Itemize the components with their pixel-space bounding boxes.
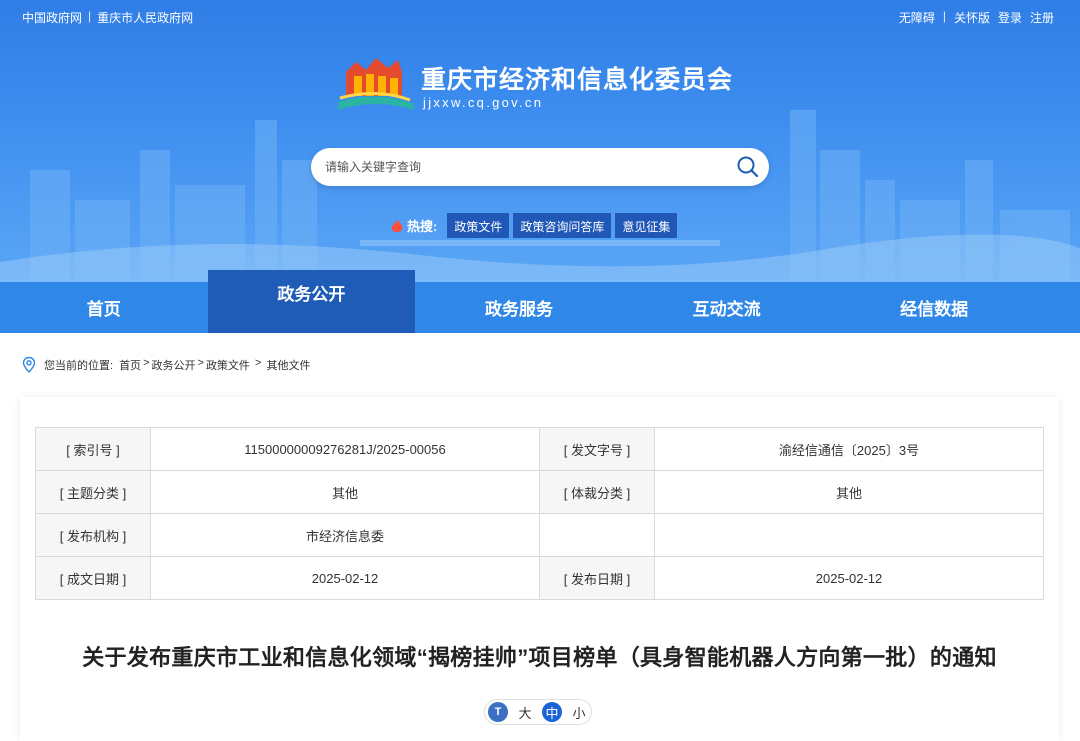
- table-row: [ 发布机构 ] 市经济信息委: [35, 513, 1044, 557]
- link-register[interactable]: 注册: [1030, 9, 1054, 26]
- top-links-left: 中国政府网 | 重庆市人民政府网: [22, 9, 194, 26]
- breadcrumb-other-docs[interactable]: 其他文件: [266, 357, 310, 373]
- search-bar: [311, 148, 769, 186]
- hot-tag-opinion[interactable]: 意见征集: [615, 213, 678, 238]
- font-size-medium[interactable]: 中: [542, 702, 562, 722]
- breadcrumb-policy-docs[interactable]: 政策文件: [206, 357, 250, 373]
- flame-icon: [391, 218, 403, 232]
- nav-interaction[interactable]: 互动交流: [623, 282, 831, 333]
- city-skyline-illustration: [0, 110, 1080, 282]
- hot-tag-policy-docs[interactable]: 政策文件: [447, 213, 510, 238]
- search-input[interactable]: [325, 157, 725, 177]
- document-title: 关于发布重庆市工业和信息化领域“揭榜挂帅”项目榜单（具身智能机器人方向第一批）的…: [82, 645, 997, 670]
- table-row: [ 主题分类 ] 其他 [ 体裁分类 ] 其他: [35, 470, 1044, 514]
- search-icon[interactable]: [735, 154, 761, 180]
- nav-home[interactable]: 首页: [0, 282, 208, 333]
- font-size-switcher: T 大 中 小: [484, 699, 592, 725]
- text-size-icon: T: [488, 702, 508, 722]
- link-gov-cn[interactable]: 中国政府网: [22, 9, 82, 26]
- location-pin-icon: [22, 356, 36, 373]
- link-cq-gov[interactable]: 重庆市人民政府网: [97, 9, 193, 26]
- table-row: [ 索引号 ] 11500000009276281J/2025-00056 [ …: [35, 427, 1044, 471]
- table-row: [ 成文日期 ] 2025-02-12 [ 发布日期 ] 2025-02-12: [35, 556, 1044, 600]
- header-banner: 中国政府网 | 重庆市人民政府网 无障碍 | 关怀版 登录 注册 重庆市经济和信…: [0, 0, 1080, 282]
- hot-tag-policy-qa[interactable]: 政策咨询问答库: [513, 213, 612, 238]
- breadcrumb: 您当前的位置: 首页 > 政务公开 > 政策文件 > 其他文件: [20, 356, 310, 374]
- top-links-right: 无障碍 | 关怀版 登录 注册: [898, 9, 1054, 26]
- document-meta-table: [ 索引号 ] 11500000009276281J/2025-00056 [ …: [35, 427, 1044, 600]
- nav-gov-affairs[interactable]: 政务公开: [207, 270, 416, 333]
- site-title: 重庆市经济和信息化委员会: [421, 66, 734, 94]
- site-url: jjxxw.cq.gov.cn: [423, 95, 544, 110]
- breadcrumb-label: 您当前的位置:: [44, 360, 114, 372]
- font-size-large[interactable]: 大: [515, 702, 535, 722]
- breadcrumb-gov-affairs[interactable]: 政务公开: [152, 357, 196, 373]
- nav-gov-services[interactable]: 政务服务: [415, 282, 623, 333]
- nav-data[interactable]: 经信数据: [830, 282, 1038, 333]
- hot-search-label: 热搜:: [390, 216, 437, 235]
- main-nav: 首页 政务公开 政务服务 互动交流 经信数据: [0, 270, 1080, 333]
- breadcrumb-links: 首页 > 政务公开 > 政策文件 > 其他文件: [119, 357, 311, 373]
- font-size-small[interactable]: 小: [569, 702, 589, 722]
- link-accessibility[interactable]: 无障碍: [899, 9, 935, 26]
- link-care-version[interactable]: 关怀版: [954, 9, 990, 26]
- hot-search: 热搜: 政策文件 政策咨询问答库 意见征集: [390, 213, 678, 238]
- document-card: [ 索引号 ] 11500000009276281J/2025-00056 [ …: [20, 397, 1059, 741]
- link-login[interactable]: 登录: [998, 9, 1022, 26]
- site-logo-icon: [338, 58, 414, 110]
- breadcrumb-home[interactable]: 首页: [119, 357, 141, 373]
